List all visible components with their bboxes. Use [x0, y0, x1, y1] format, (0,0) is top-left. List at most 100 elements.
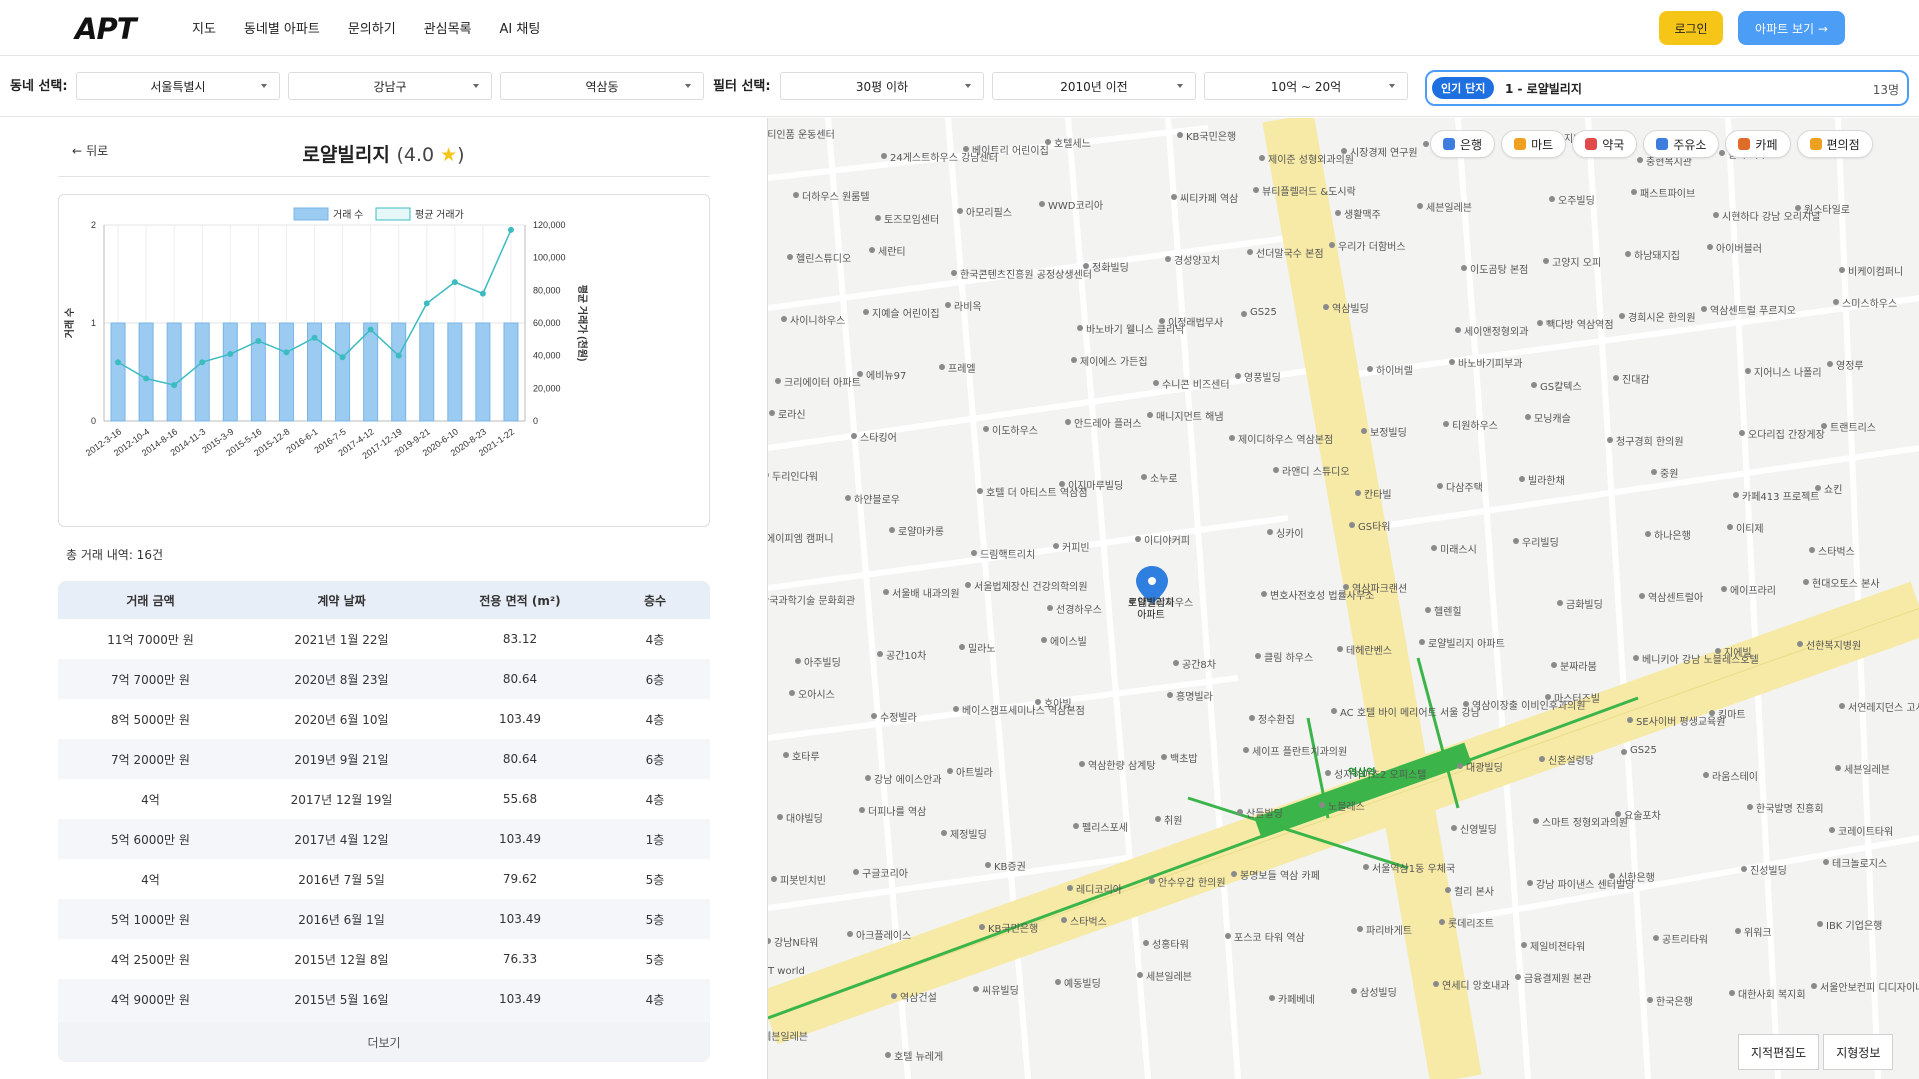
nav-map[interactable]: 지도 [192, 18, 216, 37]
map-poi-label[interactable]: 역삼파크랜션 [1352, 580, 1407, 595]
map-poi-label[interactable]: 스타벅스 [1070, 913, 1107, 928]
popular-complex-ticker[interactable]: 인기 단지 1 - 로얄빌리지 13명 [1425, 70, 1909, 106]
map-poi-label[interactable]: 강남N타워 [774, 934, 818, 949]
map-poi-label[interactable]: 컬리 본사 [1454, 883, 1494, 898]
map-poi-label[interactable]: 다삼주택 [1446, 479, 1483, 494]
map-poi-label[interactable]: 호텔세느 [1054, 135, 1091, 150]
map-poi-label[interactable]: 제이에스 가든집 [1080, 353, 1148, 368]
map-poi-label[interactable]: KB국민은행 [1186, 128, 1236, 143]
map-poi-label[interactable]: 롯데리조트 [1448, 915, 1494, 930]
map-poi-label[interactable]: 오아시스 [798, 686, 835, 701]
map-poi-label[interactable]: 모닝캐슬 [1534, 410, 1571, 425]
map-poi-label[interactable]: 오다리집 간장게장 [1748, 426, 1825, 441]
map-poi-label[interactable]: 이정래법무사 [1168, 314, 1223, 329]
map-poi-label[interactable]: 뷰티플렐러드 &도시락 [1262, 183, 1356, 198]
map-poi-label[interactable]: 로라신 [778, 406, 806, 421]
map-poi-label[interactable]: AC 호텔 바이 메리어트 서울 강남 [1340, 704, 1480, 719]
map-poi-label[interactable]: 쇼킨 [1824, 481, 1842, 496]
map-poi-label[interactable]: 서연레지던스 고시텔 [1848, 699, 1919, 714]
map-poi-label[interactable]: 에비뉴97 [866, 367, 906, 382]
map-poi-label[interactable]: 피티인품 운동센터 [768, 126, 835, 141]
poi-chip-pill[interactable]: 약국 [1572, 130, 1638, 158]
map-poi-label[interactable]: 선한복지병원 [1806, 637, 1861, 652]
map-poi-label[interactable]: 세븐일레븐 [1146, 968, 1192, 983]
map-poi-label[interactable]: GS타워 [1358, 518, 1391, 533]
map-poi-label[interactable]: 두리인다워 [772, 468, 818, 483]
map-poi-label[interactable]: 세븐일레븐 [768, 1028, 808, 1043]
map-poi-label[interactable]: 서울법제장신 건강의학의원 [974, 578, 1088, 593]
map-poi-label[interactable]: 오주빌딩 [1558, 192, 1595, 207]
map-poi-label[interactable]: 생활맥주 [1344, 206, 1381, 221]
map-poi-label[interactable]: 에이스빌 [1050, 633, 1087, 648]
map-poi-label[interactable]: 역삼센트럴아 [1648, 589, 1703, 604]
map-poi-label[interactable]: 패스트파이브 [1640, 185, 1695, 200]
map-poi-label[interactable]: 서울안보컨피 디디자이너스 [1820, 979, 1919, 994]
map-poi-label[interactable]: GS25 [1630, 745, 1657, 756]
map-poi-label[interactable]: 금융결제원 본관 [1524, 970, 1592, 985]
map-poi-label[interactable]: 백초밥 [1170, 750, 1198, 765]
map-poi-label[interactable]: 대야빌딩 [786, 810, 823, 825]
map-poi-label[interactable]: 원스타일로 [1804, 201, 1850, 216]
map-poi-label[interactable]: 현대오토스 본사 [1812, 575, 1880, 590]
map-poi-label[interactable]: 토즈모임센터 [884, 211, 939, 226]
map-poi-label[interactable]: 수정빌라 [880, 709, 917, 724]
cadastral-map-button[interactable]: 지적편집도 [1738, 1034, 1820, 1070]
map-poi-label[interactable]: 스미스하우스 [1842, 295, 1897, 310]
map-poi-label[interactable]: 지예슬 어린이집 [872, 305, 940, 320]
map-poi-label[interactable]: 신혼설렁탕 [1548, 752, 1594, 767]
map-poi-label[interactable]: 드림핵트리치 [980, 546, 1035, 561]
map-poi-label[interactable]: 바노바기피부과 [1458, 355, 1522, 370]
map-poi-label[interactable]: 로얄마카롱 [898, 523, 944, 538]
map-poi-label[interactable]: 아모리필스 [966, 204, 1012, 219]
map-poi-label[interactable]: 선더말국수 본점 [1256, 245, 1324, 260]
map-poi-label[interactable]: 취원 [1164, 812, 1182, 827]
map-poi-label[interactable]: 마스터즈빌 [1554, 690, 1600, 705]
map-poi-label[interactable]: 포스코 타워 역삼 [1234, 929, 1305, 944]
map-poi-label[interactable]: 수니콘 비즈센터 [1162, 376, 1230, 391]
nav-apartments-by-neighborhood[interactable]: 동네별 아파트 [244, 18, 320, 37]
map-poi-label[interactable]: 제일비젼타워 [1530, 938, 1585, 953]
map-poi-label[interactable]: 아이버블러 [1716, 240, 1762, 255]
map-poi-label[interactable]: 고양지 오피 [1552, 254, 1601, 269]
map-poi-label[interactable]: 하얀블로우 [854, 491, 900, 506]
map-poi-label[interactable]: 우리가 더함버스 [1338, 238, 1406, 253]
map-poi-label[interactable]: 역삼센트럴 푸르지오 [1710, 302, 1796, 317]
map-poi-label[interactable]: 밀라노 [968, 640, 996, 655]
map-poi-label[interactable]: 봉명보들 역삼 카페 [1240, 867, 1320, 882]
map-poi-label[interactable]: 세이앤정형외과 [1464, 323, 1528, 338]
price-select[interactable]: 10억 ~ 20억 [1204, 72, 1408, 100]
map-poi-label[interactable]: 한국과학기술 문화회관 [768, 592, 855, 607]
map-poi-label[interactable]: 더하우스 원룸텔 [802, 188, 870, 203]
map-poi-label[interactable]: 티원하우스 [1452, 417, 1498, 432]
map-poi-label[interactable]: 성홍타워 [1152, 936, 1189, 951]
map-poi-label[interactable]: 보정빌딩 [1370, 424, 1407, 439]
map-poi-label[interactable]: 라움스테이 [1712, 768, 1758, 783]
map-poi-label[interactable]: 비케이컴퍼니 [1848, 263, 1903, 278]
map-poi-label[interactable]: 라비옥 [954, 298, 982, 313]
map-poi-label[interactable]: 지어니스 나폴리 [1754, 364, 1822, 379]
map-poi-label[interactable]: 금화빌딩 [1566, 596, 1603, 611]
map-poi-label[interactable]: 영정루 [1836, 357, 1864, 372]
map-poi-label[interactable]: 이도하우스 [992, 422, 1038, 437]
map-poi-label[interactable]: 호텔 뉴레게 [894, 1048, 943, 1063]
map-poi-label[interactable]: 매니지먼트 해냄 [1156, 408, 1224, 423]
map-poi-label[interactable]: 시장경제 연구원 [1350, 144, 1418, 159]
map-poi-label[interactable]: 서울역삼1동 우체국 [1372, 860, 1455, 875]
map-poi-label[interactable]: 빌라한채 [1528, 472, 1565, 487]
map-poi-label[interactable]: 청구경희 한의원 [1616, 433, 1684, 448]
city-select[interactable]: 서울특별시 [76, 72, 280, 100]
map-poi-label[interactable]: 아주빌딩 [804, 654, 841, 669]
map-poi-label[interactable]: 한국은행 [1656, 993, 1693, 1008]
map-poi-label[interactable]: 영풍빌딩 [1244, 369, 1281, 384]
dong-select[interactable]: 역삼동 [500, 72, 704, 100]
app-logo[interactable]: APT [75, 12, 136, 46]
load-more-button[interactable]: 더보기 [58, 1022, 710, 1062]
nav-ai-chat[interactable]: AI 채팅 [500, 18, 541, 37]
map-poi-label[interactable]: 테크놀로지스 [1832, 855, 1887, 870]
poi-chip-store[interactable]: 편의점 [1796, 130, 1873, 158]
map-poi-label[interactable]: 진대감 [1622, 371, 1650, 386]
map-poi-label[interactable]: 예동빌딩 [1064, 975, 1101, 990]
map-poi-label[interactable]: 중원 [1660, 465, 1678, 480]
nav-contact[interactable]: 문의하기 [348, 18, 396, 37]
map-poi-label[interactable]: 경성양꼬치 [1174, 252, 1220, 267]
